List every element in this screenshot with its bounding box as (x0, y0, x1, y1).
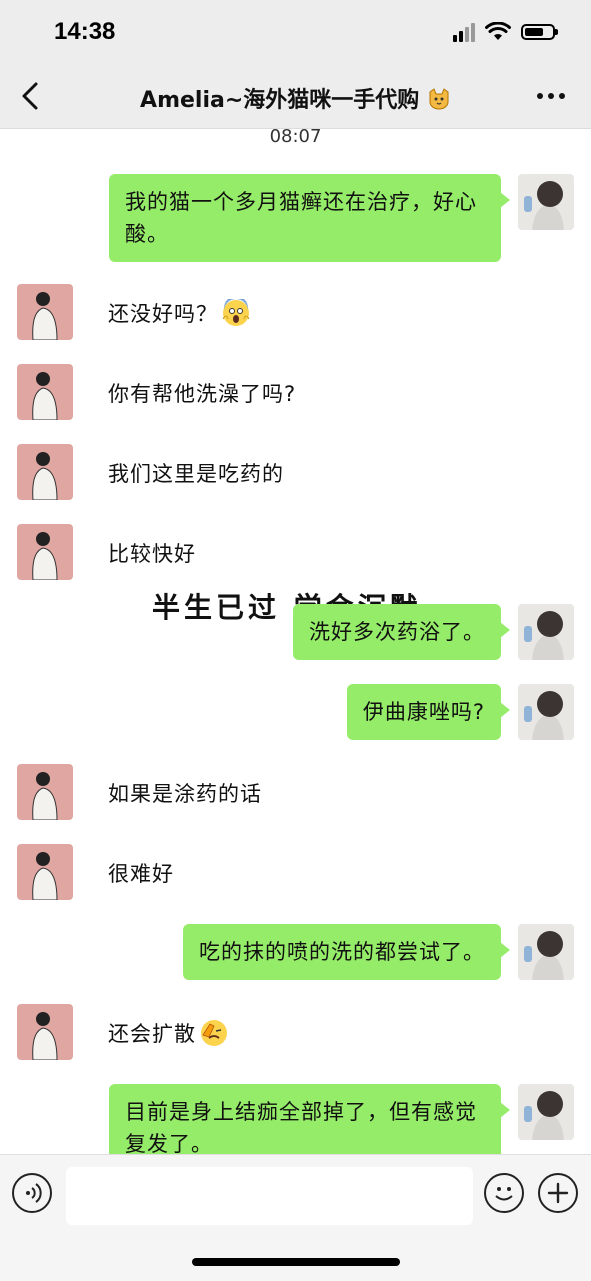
chat-title-text: Amelia~海外猫咪一手代购 (140, 88, 420, 113)
contact-avatar[interactable] (17, 284, 73, 340)
contact-avatar[interactable] (17, 524, 73, 580)
message-text: 洗好多次药浴了。 (309, 620, 485, 644)
message-row: 我们这里是吃药的 (0, 444, 591, 504)
my-avatar[interactable] (518, 1084, 574, 1140)
message-text: 伊曲康唑吗? (362, 700, 485, 724)
my-avatar[interactable] (518, 604, 574, 660)
screaming-face-icon (222, 299, 250, 326)
plus-icon (547, 1182, 569, 1204)
message-text: 吃的抹的喷的洗的都尝试了。 (199, 940, 485, 964)
my-avatar[interactable] (518, 174, 574, 230)
outgoing-message-bubble[interactable]: 我的猫一个多月猫癣还在治疗，好心酸。 (109, 174, 510, 262)
contact-avatar[interactable] (17, 764, 73, 820)
emoji-button[interactable] (484, 1173, 524, 1213)
message-text: 我的猫一个多月猫癣还在治疗，好心酸。 (125, 190, 477, 246)
message-row: 目前是身上结痂全部掉了，但有感觉复发了。 (0, 1084, 591, 1154)
incoming-message-bubble[interactable]: 很难好 (92, 846, 190, 902)
message-row: 还会扩散 (0, 1004, 591, 1064)
contact-avatar[interactable] (17, 844, 73, 900)
incoming-message-bubble[interactable]: 比较快好 (92, 526, 212, 582)
incoming-message-bubble[interactable]: 还会扩散 (92, 1006, 244, 1062)
face-palm-icon (201, 1020, 227, 1046)
incoming-message-bubble[interactable]: 如果是涂药的话 (92, 766, 278, 822)
message-text: 比较快好 (108, 542, 196, 566)
incoming-message-bubble[interactable]: 你有帮他洗澡了吗? (92, 366, 312, 422)
message-row: 你有帮他洗澡了吗? (0, 364, 591, 424)
outgoing-message-bubble[interactable]: 伊曲康唑吗? (346, 684, 511, 740)
chat-header: Amelia~海外猫咪一手代购 (0, 66, 591, 129)
message-text: 还没好吗？ (108, 302, 218, 326)
message-text: 目前是身上结痂全部掉了，但有感觉复发了。 (125, 1100, 477, 1154)
message-text: 我们这里是吃药的 (108, 462, 284, 486)
message-text: 还会扩散 (108, 1022, 196, 1046)
message-row: 还没好吗？ (0, 284, 591, 344)
message-input[interactable] (66, 1167, 473, 1225)
smiley-icon (495, 1187, 513, 1201)
message-row: 很难好 (0, 844, 591, 904)
contact-avatar[interactable] (17, 1004, 73, 1060)
home-indicator (192, 1258, 400, 1266)
more-actions-button[interactable] (538, 1173, 578, 1213)
cellular-signal-icon (453, 22, 475, 42)
wifi-icon (485, 22, 511, 40)
status-bar: 14:38 (0, 0, 591, 66)
outgoing-message-bubble[interactable]: 洗好多次药浴了。 (293, 604, 510, 660)
my-avatar[interactable] (518, 924, 574, 980)
message-row: 伊曲康唑吗? (0, 684, 591, 744)
voice-icon (26, 1183, 42, 1203)
message-row: 比较快好 (0, 524, 591, 584)
message-text: 如果是涂药的话 (108, 782, 262, 806)
cat-face-icon (429, 88, 449, 110)
battery-icon (521, 24, 558, 40)
message-text: 很难好 (108, 862, 174, 886)
voice-input-button[interactable] (12, 1173, 52, 1213)
contact-avatar[interactable] (17, 364, 73, 420)
more-options-button[interactable] (533, 78, 569, 114)
incoming-message-bubble[interactable]: 还没好吗？ (92, 286, 266, 342)
message-row: 我的猫一个多月猫癣还在治疗，好心酸。 (0, 174, 591, 264)
my-avatar[interactable] (518, 684, 574, 740)
status-icons (453, 22, 558, 42)
contact-avatar[interactable] (17, 444, 73, 500)
message-row: 吃的抹的喷的洗的都尝试了。 (0, 924, 591, 984)
outgoing-message-bubble[interactable]: 吃的抹的喷的洗的都尝试了。 (183, 924, 510, 980)
outgoing-message-bubble[interactable]: 目前是身上结痂全部掉了，但有感觉复发了。 (109, 1084, 510, 1154)
message-timestamp: 08:07 (269, 128, 322, 147)
incoming-message-bubble[interactable]: 我们这里是吃药的 (92, 446, 300, 502)
status-time: 14:38 (54, 18, 116, 45)
message-text: 你有帮他洗澡了吗? (108, 382, 297, 406)
chat-area[interactable]: 08:07 我的猫一个多月猫癣还在治疗，好心酸。 还没好吗？ 你有帮他洗澡了吗? (0, 128, 591, 1154)
message-row: 如果是涂药的话 (0, 764, 591, 824)
message-row: 洗好多次药浴了。 (0, 604, 591, 664)
chat-title: Amelia~海外猫咪一手代购 (0, 82, 591, 114)
